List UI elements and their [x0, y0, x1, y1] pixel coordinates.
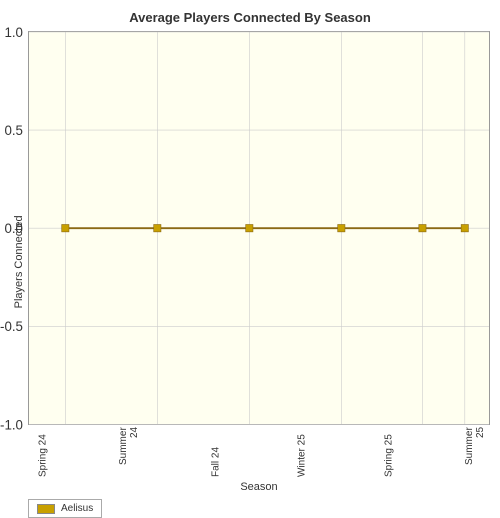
- x-tick-fall24: Fall 24: [201, 427, 231, 477]
- svg-text:-1.0: -1.0: [0, 417, 23, 432]
- svg-text:-0.5: -0.5: [0, 319, 23, 334]
- chart-title: Average Players Connected By Season: [129, 10, 371, 25]
- svg-text:0.0: 0.0: [4, 221, 23, 236]
- x-axis-labels: Spring 24 Summer 24 Fall 24 Winter 25 Sp…: [28, 425, 490, 477]
- svg-text:0.5: 0.5: [4, 123, 23, 138]
- x-tick-spring24: Spring 24: [28, 427, 58, 477]
- chart-area-wrapper: 1.0 0.5 0.0 -0.5 -1.0: [28, 31, 490, 493]
- chart-svg: 1.0 0.5 0.0 -0.5 -1.0: [29, 32, 489, 424]
- chart-body: Players Connected: [10, 31, 490, 493]
- x-axis-title: Season: [28, 481, 490, 493]
- x-tick-summer24: Summer 24: [114, 427, 144, 477]
- legend-label: Aelisus: [61, 503, 93, 514]
- legend: Aelisus: [28, 499, 102, 518]
- x-tick-winter25: Winter 25: [287, 427, 317, 477]
- x-tick-spring25: Spring 25: [374, 427, 404, 477]
- chart-plot-area: 1.0 0.5 0.0 -0.5 -1.0: [28, 31, 490, 425]
- chart-container: Average Players Connected By Season Play…: [0, 0, 500, 500]
- x-tick-summer25: Summer 25: [460, 427, 490, 477]
- svg-text:1.0: 1.0: [4, 25, 23, 40]
- legend-color-box: [37, 504, 55, 514]
